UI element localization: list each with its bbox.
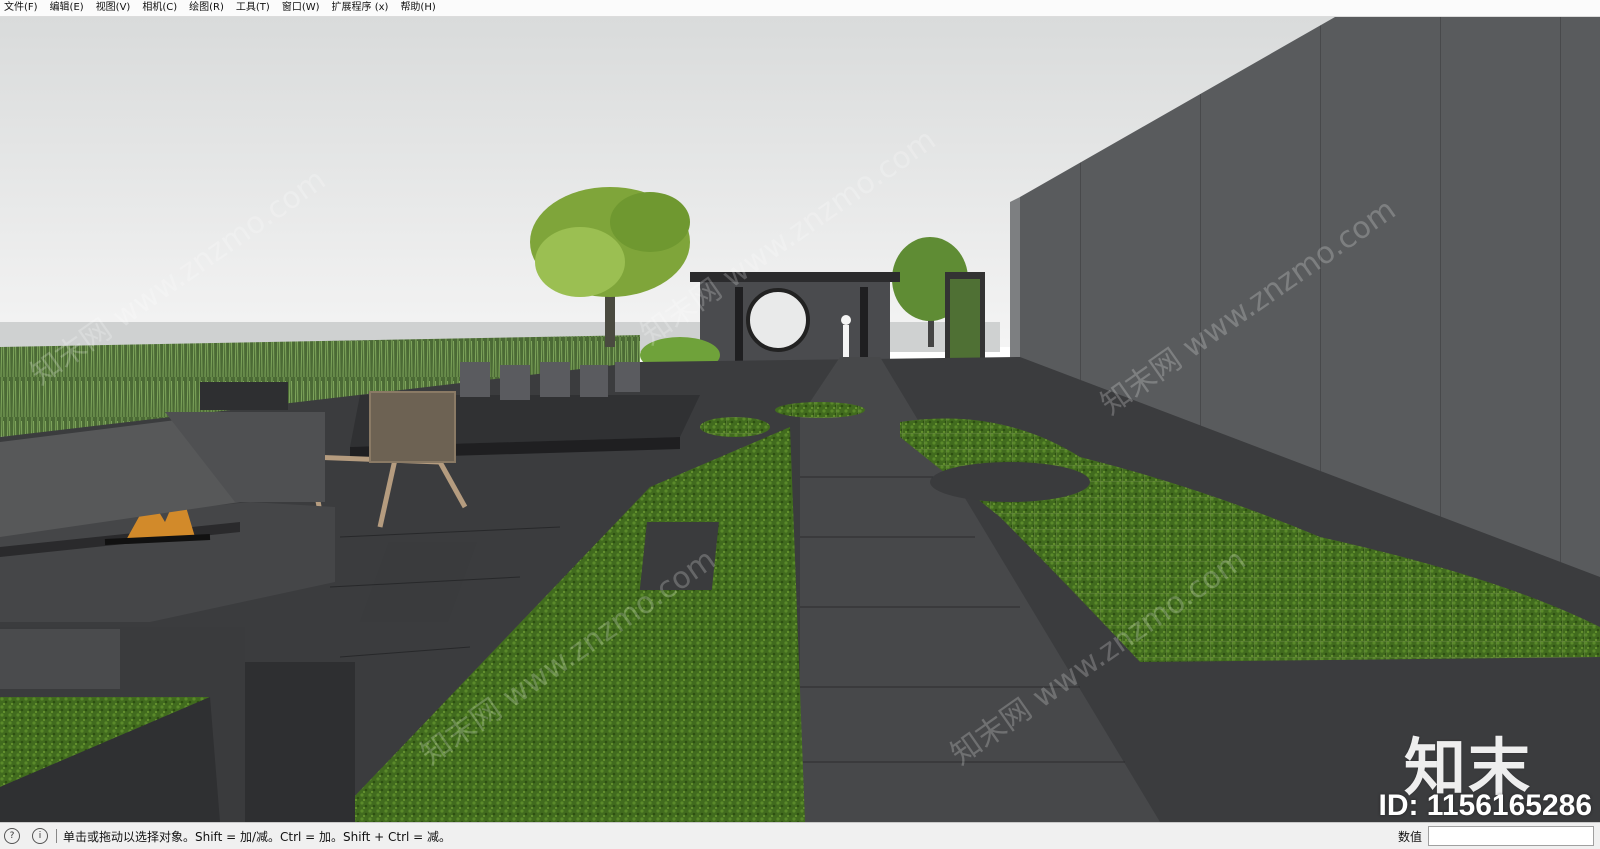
status-hint: 单击或拖动以选择对象。Shift = 加/减。Ctrl = 加。Shift + …	[63, 829, 452, 844]
menu-edit[interactable]: 编辑(E)	[44, 0, 90, 16]
status-bar: ? i 单击或拖动以选择对象。Shift = 加/减。Ctrl = 加。Shif…	[0, 822, 1600, 849]
menu-bar: 文件(F) 编辑(E) 视图(V) 相机(C) 绘图(R) 工具(T) 窗口(W…	[0, 0, 1600, 17]
menu-view[interactable]: 视图(V)	[90, 0, 137, 16]
grass-patch	[700, 417, 770, 437]
geo-location-icon[interactable]: ?	[4, 828, 20, 844]
measurements-input[interactable]	[1428, 826, 1594, 846]
watermark-id: ID: 1156165286	[1378, 789, 1592, 822]
scene-render	[0, 17, 1600, 822]
menu-extensions[interactable]: 扩展程序 (x)	[326, 0, 395, 16]
menu-file[interactable]: 文件(F)	[0, 0, 44, 16]
measurements-label: 数值	[1397, 830, 1422, 844]
menu-window[interactable]: 窗口(W)	[276, 0, 326, 16]
model-viewport[interactable]: 知末网 www.znzmo.com 知末网 www.znzmo.com 知末网 …	[0, 17, 1600, 822]
menu-camera[interactable]: 相机(C)	[136, 0, 183, 16]
menu-tools[interactable]: 工具(T)	[230, 0, 276, 16]
paving-island	[930, 462, 1090, 502]
status-divider	[56, 829, 57, 843]
info-icon[interactable]: i	[32, 828, 48, 844]
menu-help[interactable]: 帮助(H)	[394, 0, 441, 16]
menu-draw[interactable]: 绘图(R)	[183, 0, 230, 16]
grass-patch	[775, 402, 865, 418]
